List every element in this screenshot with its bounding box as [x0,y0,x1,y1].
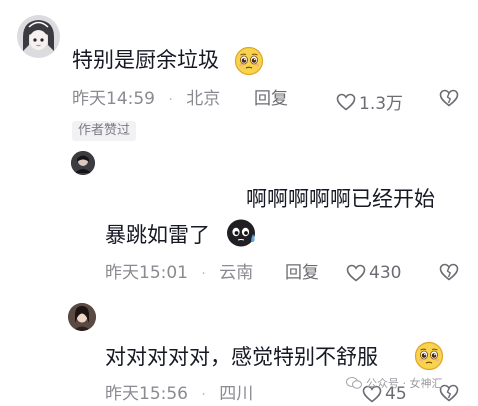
heart-outline-icon [336,93,356,111]
wechat-icon [346,377,362,389]
pleading-face-emoji [414,341,444,375]
pleading-face-emoji [234,46,264,80]
reply-button[interactable]: 回复 [254,89,288,109]
heart-outline-icon [346,264,366,282]
avatar[interactable] [17,15,60,58]
comment-location: 北京 [186,89,221,109]
avatar-anime-girl-icon [17,15,60,58]
avatar-portrait-icon [68,303,96,331]
dislike-button[interactable] [439,263,459,285]
avatar-dark-figure-icon [71,151,95,175]
broken-heart-icon [439,89,459,107]
author-liked-badge: 作者赞过 [72,121,137,141]
comment-text: 暴跳如雷了 [105,222,210,249]
comment-text: 对对对对对，感觉特别不舒服 [105,344,378,371]
reply-label: 回复 [285,263,319,283]
comment-time: 昨天14:59 [72,89,155,109]
comment-text-content: 对对对对对，感觉特别不舒服 [105,345,378,369]
comment-text: 啊啊啊啊啊已经开始 [246,186,435,213]
like-button[interactable]: 430 [346,263,401,283]
avatar[interactable] [68,303,96,331]
avatar[interactable] [71,151,95,175]
reply-button[interactable]: 回复 [285,263,319,283]
comment-time: 昨天15:56 [105,384,188,404]
comment-text-line2: 暴跳如雷了 [105,223,210,247]
comment-meta: 昨天14:59 · 北京 [72,89,220,110]
comment-text-content: 特别是厨余垃圾 [72,48,219,72]
reply-label: 回复 [254,89,288,109]
comment-location: 云南 [219,263,254,283]
like-count: 1.3万 [359,94,404,114]
comment-location: 四川 [219,384,254,404]
comment-time: 昨天15:01 [105,263,188,283]
separator-dot: · [201,387,206,403]
dislike-button[interactable] [439,89,459,111]
comment-text-line1: 啊啊啊啊啊已经开始 [246,187,435,211]
comment-meta: 昨天15:01 · 云南 [105,263,253,284]
broken-heart-icon [439,263,459,281]
sweat-blob-emoji [226,218,258,252]
like-button[interactable]: 1.3万 [336,89,403,114]
watermark-text: 公众号 · 女神汇 [366,377,443,390]
comment-text: 特别是厨余垃圾 [72,47,219,74]
separator-dot: · [168,92,173,108]
watermark: 公众号 · 女神汇 [346,375,443,391]
like-count: 430 [369,263,402,283]
author-badge-label: 作者赞过 [78,123,131,138]
separator-dot: · [201,266,206,282]
